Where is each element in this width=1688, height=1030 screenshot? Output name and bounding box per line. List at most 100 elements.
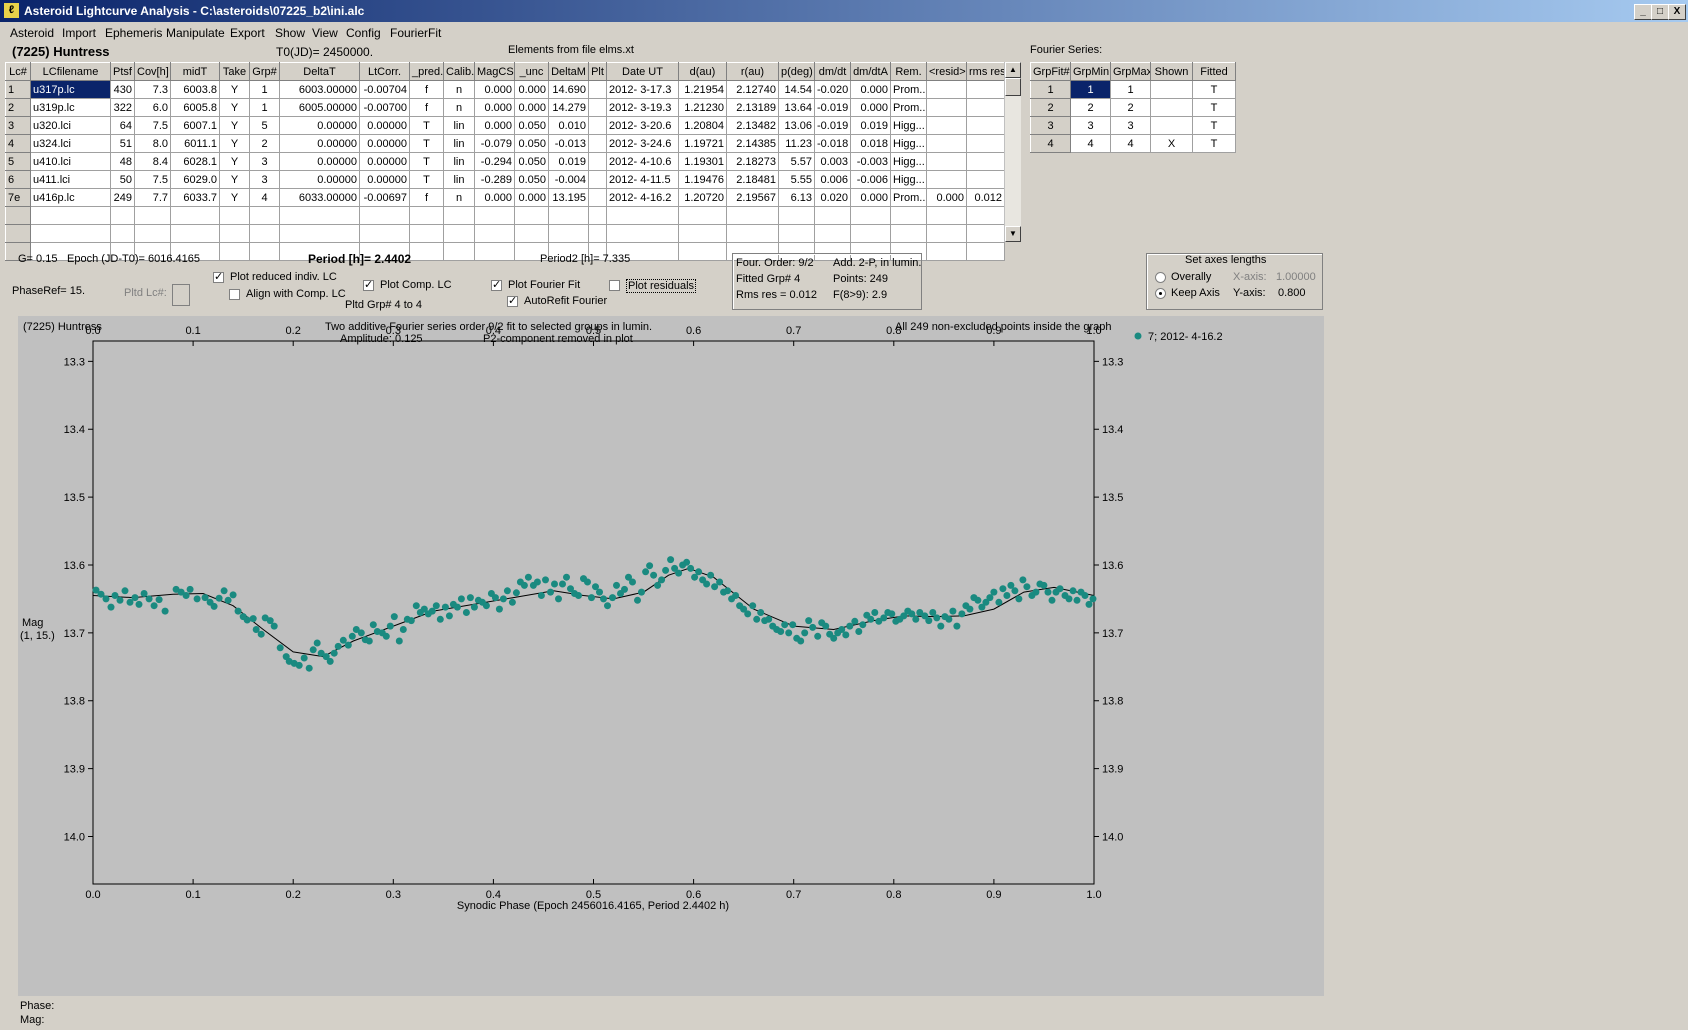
column-header[interactable]: LtCorr. [359, 62, 410, 81]
table-cell[interactable]: u410.lci [30, 152, 111, 171]
plot-comp-checkbox[interactable]: ✓ [363, 280, 374, 291]
fourier-row-number[interactable]: 3 [1030, 116, 1071, 135]
fourier-cell[interactable]: X [1150, 134, 1193, 153]
column-header[interactable]: p(deg) [778, 62, 815, 81]
column-header[interactable]: LCfilename [30, 62, 111, 81]
fourier-column-header[interactable]: GrpFit# [1030, 62, 1071, 81]
table-cell: 2.13482 [726, 116, 779, 135]
column-header[interactable]: MagCS [474, 62, 515, 81]
table-row[interactable]: 4 u324.lci 51 8.0 6011.1 Y 2 0.00000 0.00000 Tlin… [5, 134, 1005, 153]
column-header[interactable]: <resid> [926, 62, 967, 81]
menu-config[interactable]: Config [346, 26, 381, 40]
column-header[interactable]: Plt [588, 62, 607, 81]
column-header[interactable]: r(au) [726, 62, 779, 81]
lightcurve-plot-panel[interactable]: (7225) Huntress Two additive Fourier seri… [18, 316, 1324, 996]
menu-manipulate[interactable]: Manipulate [166, 26, 225, 40]
fourier-row[interactable]: 444XT [1030, 134, 1236, 153]
fourier-cell[interactable]: T [1192, 80, 1236, 99]
restore-button[interactable]: □ [1651, 4, 1669, 20]
column-header[interactable]: Lc# [5, 62, 31, 81]
fourier-cell[interactable]: 1 [1110, 80, 1151, 99]
fourier-column-header[interactable]: GrpMin [1070, 62, 1111, 81]
menu-export[interactable]: Export [230, 26, 265, 40]
column-header[interactable]: dm/dt [814, 62, 851, 81]
fourier-cell[interactable] [1150, 116, 1193, 135]
close-button[interactable]: X [1668, 4, 1686, 20]
fourier-cell[interactable]: 3 [1110, 116, 1151, 135]
fourier-cell[interactable] [1150, 80, 1193, 99]
fourier-cell[interactable]: 2 [1070, 98, 1111, 117]
column-header[interactable]: _pred. [409, 62, 444, 81]
menu-show[interactable]: Show [275, 26, 305, 40]
table-row[interactable]: 5 u410.lci 48 8.4 6028.1 Y 3 0.00000 0.00000 Tlin… [5, 152, 1005, 171]
menu-import[interactable]: Import [62, 26, 96, 40]
column-header[interactable]: DeltaT [279, 62, 360, 81]
lightcurve-plot[interactable]: (7225) Huntress Two additive Fourier seri… [18, 316, 1324, 996]
fourier-column-header[interactable]: Shown [1150, 62, 1193, 81]
column-header[interactable]: Take [219, 62, 250, 81]
column-header[interactable]: Calib. [443, 62, 475, 81]
fourier-cell[interactable]: T [1192, 116, 1236, 135]
table-cell[interactable]: u411.lci [30, 170, 111, 189]
fourier-row-number[interactable]: 4 [1030, 134, 1071, 153]
plot-fourier-checkbox[interactable]: ✓ [491, 280, 502, 291]
menu-asteroid[interactable]: Asteroid [10, 26, 54, 40]
table-cell[interactable]: u416p.lc [30, 188, 111, 207]
fourier-row-number[interactable]: 1 [1030, 80, 1071, 99]
column-header[interactable]: Cov[h] [134, 62, 171, 81]
table-row[interactable]: 1 u317p.lc 430 7.3 6003.8 Y 1 6003.00000 -0.0070… [5, 80, 1005, 99]
fourier-cell[interactable]: 2 [1110, 98, 1151, 117]
fourier-row[interactable]: 333T [1030, 116, 1236, 135]
menu-view[interactable]: View [312, 26, 338, 40]
align-comp-checkbox[interactable] [229, 289, 240, 300]
fourier-column-header[interactable]: GrpMax [1110, 62, 1151, 81]
pltd-lc-spinner[interactable] [172, 284, 190, 306]
column-header[interactable]: Ptsf [110, 62, 135, 81]
menu-fourierfit[interactable]: FourierFit [390, 26, 441, 40]
fourier-row[interactable]: 111T [1030, 80, 1236, 99]
column-header[interactable]: _unc [514, 62, 549, 81]
table-cell[interactable]: u320.lci [30, 116, 111, 135]
autorefit-checkbox[interactable]: ✓ [507, 296, 518, 307]
table-cell[interactable]: u317p.lc [30, 80, 111, 99]
scroll-thumb[interactable] [1005, 78, 1021, 96]
table-row[interactable]: 2 u319p.lc 322 6.0 6005.8 Y 1 6005.00000 -0.0070… [5, 98, 1005, 117]
scroll-down-icon[interactable]: ▼ [1005, 226, 1021, 242]
keep-axis-radio[interactable] [1155, 288, 1166, 299]
fourier-cell[interactable]: 4 [1110, 134, 1151, 153]
fourier-row[interactable]: 222T [1030, 98, 1236, 117]
column-header[interactable]: dm/dtA [850, 62, 891, 81]
table-cell: 7.5 [134, 170, 171, 189]
minimize-button[interactable]: _ [1634, 4, 1652, 20]
column-header[interactable]: Grp# [249, 62, 280, 81]
column-header[interactable]: DeltaM [548, 62, 589, 81]
column-header[interactable]: Date UT [606, 62, 679, 81]
table-cell[interactable]: u324.lci [30, 134, 111, 153]
scroll-up-icon[interactable]: ▲ [1005, 62, 1021, 78]
table-row[interactable]: 7e u416p.lc 249 7.7 6033.7 Y 4 6033.00000 -0.006… [5, 188, 1005, 207]
fourier-cell[interactable] [1150, 98, 1193, 117]
x-tick-label-top: 0.6 [686, 325, 701, 337]
y-axis-value[interactable]: 0.800 [1278, 287, 1306, 299]
plot-reduced-checkbox[interactable]: ✓ [213, 272, 224, 283]
column-header[interactable]: midT [170, 62, 220, 81]
column-header[interactable]: d(au) [678, 62, 727, 81]
table-row[interactable]: 6 u411.lci 50 7.5 6029.0 Y 3 0.00000 0.00000 Tlin… [5, 170, 1005, 189]
overally-radio[interactable] [1155, 272, 1166, 283]
fourier-cell[interactable]: 1 [1070, 80, 1111, 99]
fourier-cell[interactable]: T [1192, 98, 1236, 117]
fourier-column-header[interactable]: Fitted [1192, 62, 1236, 81]
fourier-cell[interactable]: 3 [1070, 116, 1111, 135]
table-scrollbar[interactable]: ▲ ▼ [1004, 62, 1021, 242]
table-row[interactable]: 3 u320.lci 64 7.5 6007.1 Y 5 0.00000 0.00000 Tlin… [5, 116, 1005, 135]
column-header[interactable]: rms res [966, 62, 1005, 81]
table-cell[interactable]: u319p.lc [30, 98, 111, 117]
fourier-cell[interactable]: T [1192, 134, 1236, 153]
fourier-cell[interactable]: 4 [1070, 134, 1111, 153]
menu-ephemeris[interactable]: Ephemeris [105, 26, 162, 40]
x-axis-value[interactable]: 1.00000 [1276, 271, 1316, 283]
fourier-row-number[interactable]: 2 [1030, 98, 1071, 117]
plot-residuals-checkbox[interactable] [609, 280, 620, 291]
column-header[interactable]: Rem. [890, 62, 927, 81]
data-point [575, 592, 582, 599]
